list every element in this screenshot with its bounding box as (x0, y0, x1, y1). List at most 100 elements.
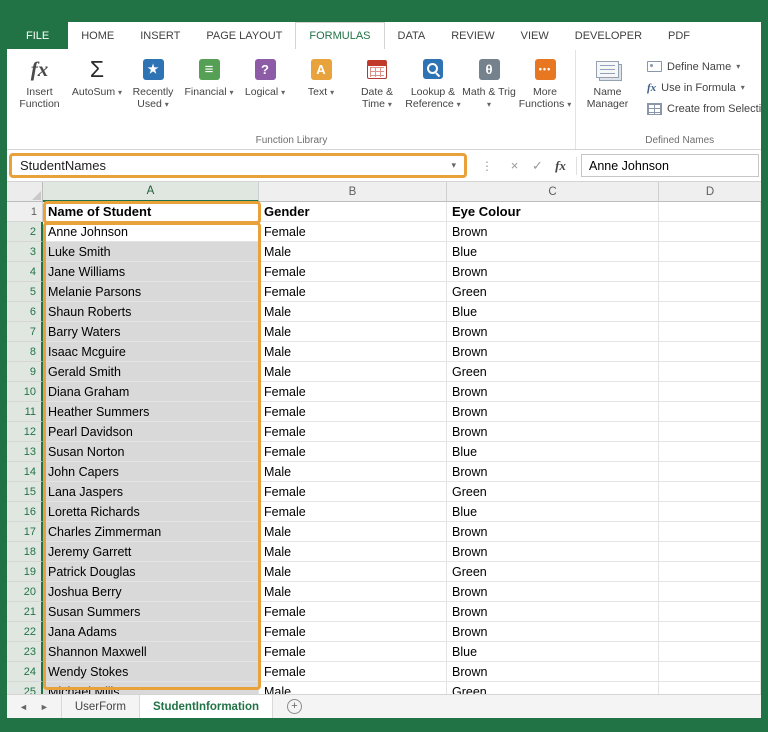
cell-C14[interactable]: Brown (447, 462, 659, 482)
row-header-19[interactable]: 19 (7, 562, 43, 582)
cell-C9[interactable]: Green (447, 362, 659, 382)
cell-A2[interactable]: Anne Johnson (43, 222, 259, 242)
row-header-1[interactable]: 1 (7, 202, 43, 222)
cell-A1[interactable]: Name of Student (43, 202, 259, 222)
cell-D24[interactable] (659, 662, 761, 682)
create-from-selection-button[interactable]: Create from Selection (643, 98, 761, 119)
cell-A4[interactable]: Jane Williams (43, 262, 259, 282)
cell-A10[interactable]: Diana Graham (43, 382, 259, 402)
cell-B2[interactable]: Female (259, 222, 447, 242)
cell-B17[interactable]: Male (259, 522, 447, 542)
cell-A11[interactable]: Heather Summers (43, 402, 259, 422)
cell-D19[interactable] (659, 562, 761, 582)
cell-B18[interactable]: Male (259, 542, 447, 562)
cell-D23[interactable] (659, 642, 761, 662)
cell-C1[interactable]: Eye Colour (447, 202, 659, 222)
column-header-C[interactable]: C (447, 182, 659, 202)
cell-D15[interactable] (659, 482, 761, 502)
cancel-button[interactable]: × (503, 158, 526, 173)
column-header-D[interactable]: D (659, 182, 761, 202)
cell-A15[interactable]: Lana Jaspers (43, 482, 259, 502)
row-header-21[interactable]: 21 (7, 602, 43, 622)
cell-D25[interactable] (659, 682, 761, 694)
cell-B10[interactable]: Female (259, 382, 447, 402)
cell-D9[interactable] (659, 362, 761, 382)
tab-page-layout[interactable]: PAGE LAYOUT (193, 22, 295, 49)
cell-C12[interactable]: Brown (447, 422, 659, 442)
tab-insert[interactable]: INSERT (127, 22, 193, 49)
cell-B4[interactable]: Female (259, 262, 447, 282)
cell-C16[interactable]: Blue (447, 502, 659, 522)
name-box[interactable]: StudentNames ▾ (9, 153, 467, 178)
cell-A6[interactable]: Shaun Roberts (43, 302, 259, 322)
column-header-A[interactable]: A (43, 182, 259, 202)
row-header-16[interactable]: 16 (7, 502, 43, 522)
cell-B22[interactable]: Female (259, 622, 447, 642)
row-header-12[interactable]: 12 (7, 422, 43, 442)
cell-A13[interactable]: Susan Norton (43, 442, 259, 462)
cell-A9[interactable]: Gerald Smith (43, 362, 259, 382)
cell-C22[interactable]: Brown (447, 622, 659, 642)
date-time-button[interactable]: Date & Time ▾ (349, 50, 405, 111)
cell-C18[interactable]: Brown (447, 542, 659, 562)
cell-C10[interactable]: Brown (447, 382, 659, 402)
cell-A12[interactable]: Pearl Davidson (43, 422, 259, 442)
cell-C3[interactable]: Blue (447, 242, 659, 262)
define-name-button[interactable]: Define Name ▾ (643, 56, 761, 77)
more-functions-button[interactable]: ••• More Functions ▾ (517, 50, 573, 111)
cell-D22[interactable] (659, 622, 761, 642)
cell-B11[interactable]: Female (259, 402, 447, 422)
row-header-10[interactable]: 10 (7, 382, 43, 402)
sheet-tab-studentinformation[interactable]: StudentInformation (139, 695, 274, 718)
cell-C5[interactable]: Green (447, 282, 659, 302)
cell-D21[interactable] (659, 602, 761, 622)
lookup-reference-button[interactable]: Lookup & Reference ▾ (405, 50, 461, 111)
cell-B5[interactable]: Female (259, 282, 447, 302)
cell-B23[interactable]: Female (259, 642, 447, 662)
cell-A3[interactable]: Luke Smith (43, 242, 259, 262)
cell-D7[interactable] (659, 322, 761, 342)
cell-D3[interactable] (659, 242, 761, 262)
cell-C20[interactable]: Brown (447, 582, 659, 602)
cell-D13[interactable] (659, 442, 761, 462)
cell-C13[interactable]: Blue (447, 442, 659, 462)
cell-D18[interactable] (659, 542, 761, 562)
cell-D4[interactable] (659, 262, 761, 282)
row-header-2[interactable]: 2 (7, 222, 43, 242)
cell-D16[interactable] (659, 502, 761, 522)
tab-formulas[interactable]: FORMULAS (295, 22, 385, 50)
cell-D10[interactable] (659, 382, 761, 402)
cell-D17[interactable] (659, 522, 761, 542)
tab-home[interactable]: HOME (68, 22, 127, 49)
cell-D12[interactable] (659, 422, 761, 442)
cell-B12[interactable]: Female (259, 422, 447, 442)
tab-pdf[interactable]: PDF (655, 22, 703, 49)
cell-A5[interactable]: Melanie Parsons (43, 282, 259, 302)
cell-C11[interactable]: Brown (447, 402, 659, 422)
row-header-4[interactable]: 4 (7, 262, 43, 282)
tab-developer[interactable]: DEVELOPER (562, 22, 655, 49)
recently-used-button[interactable]: ★ Recently Used ▾ (125, 50, 181, 111)
math-trig-button[interactable]: θ Math & Trig ▾ (461, 50, 517, 111)
cell-D1[interactable] (659, 202, 761, 222)
row-header-3[interactable]: 3 (7, 242, 43, 262)
row-header-15[interactable]: 15 (7, 482, 43, 502)
cell-A19[interactable]: Patrick Douglas (43, 562, 259, 582)
name-box-dropdown-icon[interactable]: ▾ (451, 160, 456, 171)
tab-data[interactable]: DATA (385, 22, 439, 49)
cell-A23[interactable]: Shannon Maxwell (43, 642, 259, 662)
text-button[interactable]: A Text ▾ (293, 50, 349, 98)
logical-button[interactable]: ? Logical ▾ (237, 50, 293, 98)
cell-D20[interactable] (659, 582, 761, 602)
row-header-11[interactable]: 11 (7, 402, 43, 422)
cell-C2[interactable]: Brown (447, 222, 659, 242)
sheet-nav-left-icon[interactable]: ◄ (19, 702, 28, 712)
cell-D6[interactable] (659, 302, 761, 322)
row-header-9[interactable]: 9 (7, 362, 43, 382)
sheet-tab-userform[interactable]: UserForm (60, 695, 140, 718)
cell-B3[interactable]: Male (259, 242, 447, 262)
tab-view[interactable]: VIEW (508, 22, 562, 49)
cell-C25[interactable]: Green (447, 682, 659, 694)
sheet-nav-right-icon[interactable]: ► (40, 702, 49, 712)
cell-A16[interactable]: Loretta Richards (43, 502, 259, 522)
